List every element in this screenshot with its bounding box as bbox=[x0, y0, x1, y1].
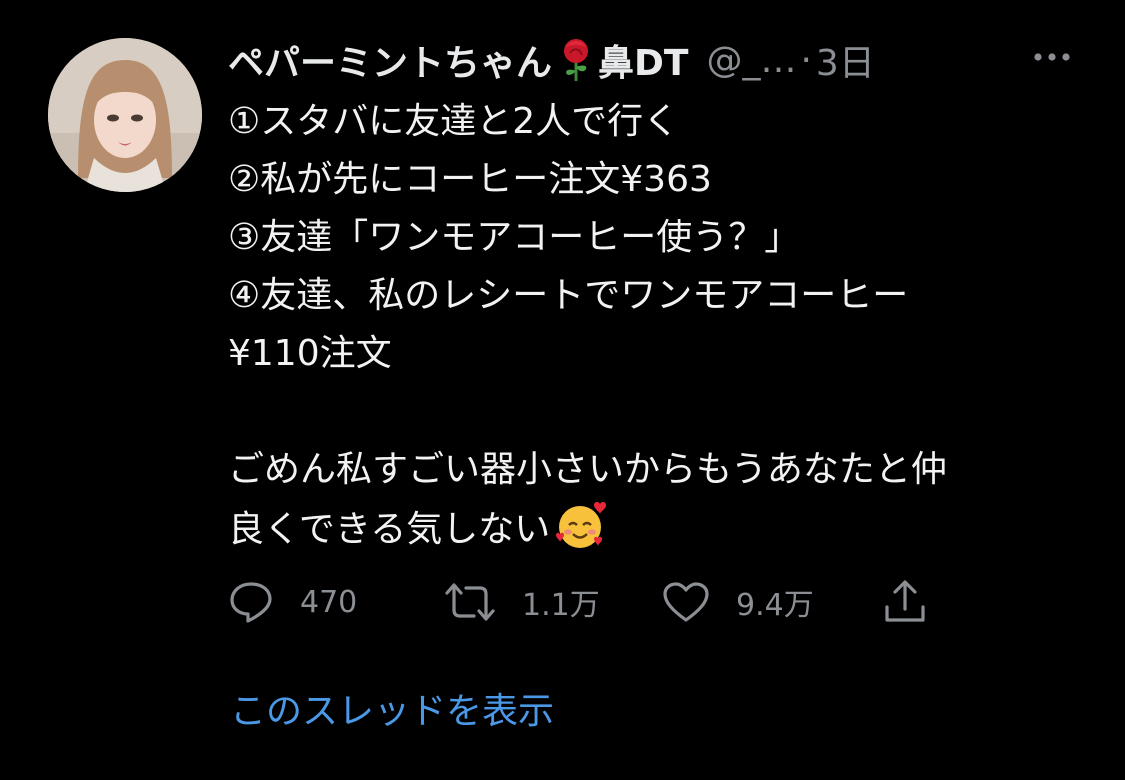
tweet-text-line: ③友達「ワンモアコーヒー使う？」 bbox=[228, 217, 801, 258]
share-button[interactable] bbox=[882, 574, 954, 630]
tweet-text-line: ごめん私すごい器小さいからもうあなたと仲 bbox=[228, 449, 947, 490]
retweet-button[interactable]: 1.1万 bbox=[444, 574, 600, 630]
tweet-text-line-last: 良くできる気しない bbox=[228, 499, 1098, 557]
reply-button[interactable]: 470 bbox=[228, 574, 357, 630]
like-count: 9.4万 bbox=[736, 588, 814, 623]
more-icon[interactable] bbox=[1030, 46, 1074, 68]
tweet[interactable]: ペパーミントちゃん 鼻DT @_… · 3日 ①スタバに友達と2人で行く ②私が… bbox=[0, 0, 1125, 780]
avatar-photo bbox=[48, 38, 202, 192]
tweet-text-line: ①スタバに友達と2人で行く bbox=[228, 101, 680, 142]
show-thread-link[interactable]: このスレッドを表示 bbox=[230, 682, 554, 734]
like-button[interactable]: 9.4万 bbox=[662, 574, 814, 630]
display-name[interactable]: ペパーミントちゃん bbox=[228, 34, 552, 86]
tweet-actions: 470 1.1万 9.4万 bbox=[228, 574, 948, 630]
user-handle[interactable]: @_… bbox=[706, 40, 796, 81]
rose-icon bbox=[564, 39, 589, 81]
retweet-icon bbox=[445, 583, 495, 621]
tweet-text: ①スタバに友達と2人で行く ②私が先にコーヒー注文¥363 ③友達「ワンモアコー… bbox=[228, 93, 1098, 557]
separator-dot: · bbox=[800, 39, 812, 81]
heart-icon bbox=[663, 582, 709, 622]
tweet-header: ペパーミントちゃん 鼻DT @_… · 3日 bbox=[228, 32, 875, 88]
display-name-suffix[interactable]: 鼻DT bbox=[598, 34, 688, 86]
retweet-count: 1.1万 bbox=[522, 588, 600, 623]
timestamp[interactable]: 3日 bbox=[816, 34, 875, 86]
tweet-text-segment: 良くできる気しない bbox=[228, 509, 551, 550]
tweet-text-line: ④友達、私のレシートでワンモアコーヒー bbox=[228, 275, 909, 316]
tweet-text-line: ②私が先にコーヒー注文¥363 bbox=[228, 159, 712, 200]
smiling-face-with-hearts-icon bbox=[556, 502, 607, 548]
tweet-text-line: ¥110注文 bbox=[228, 333, 392, 374]
reply-count: 470 bbox=[300, 584, 358, 620]
share-icon bbox=[885, 580, 925, 622]
avatar[interactable] bbox=[48, 38, 202, 192]
reply-icon bbox=[230, 582, 272, 623]
